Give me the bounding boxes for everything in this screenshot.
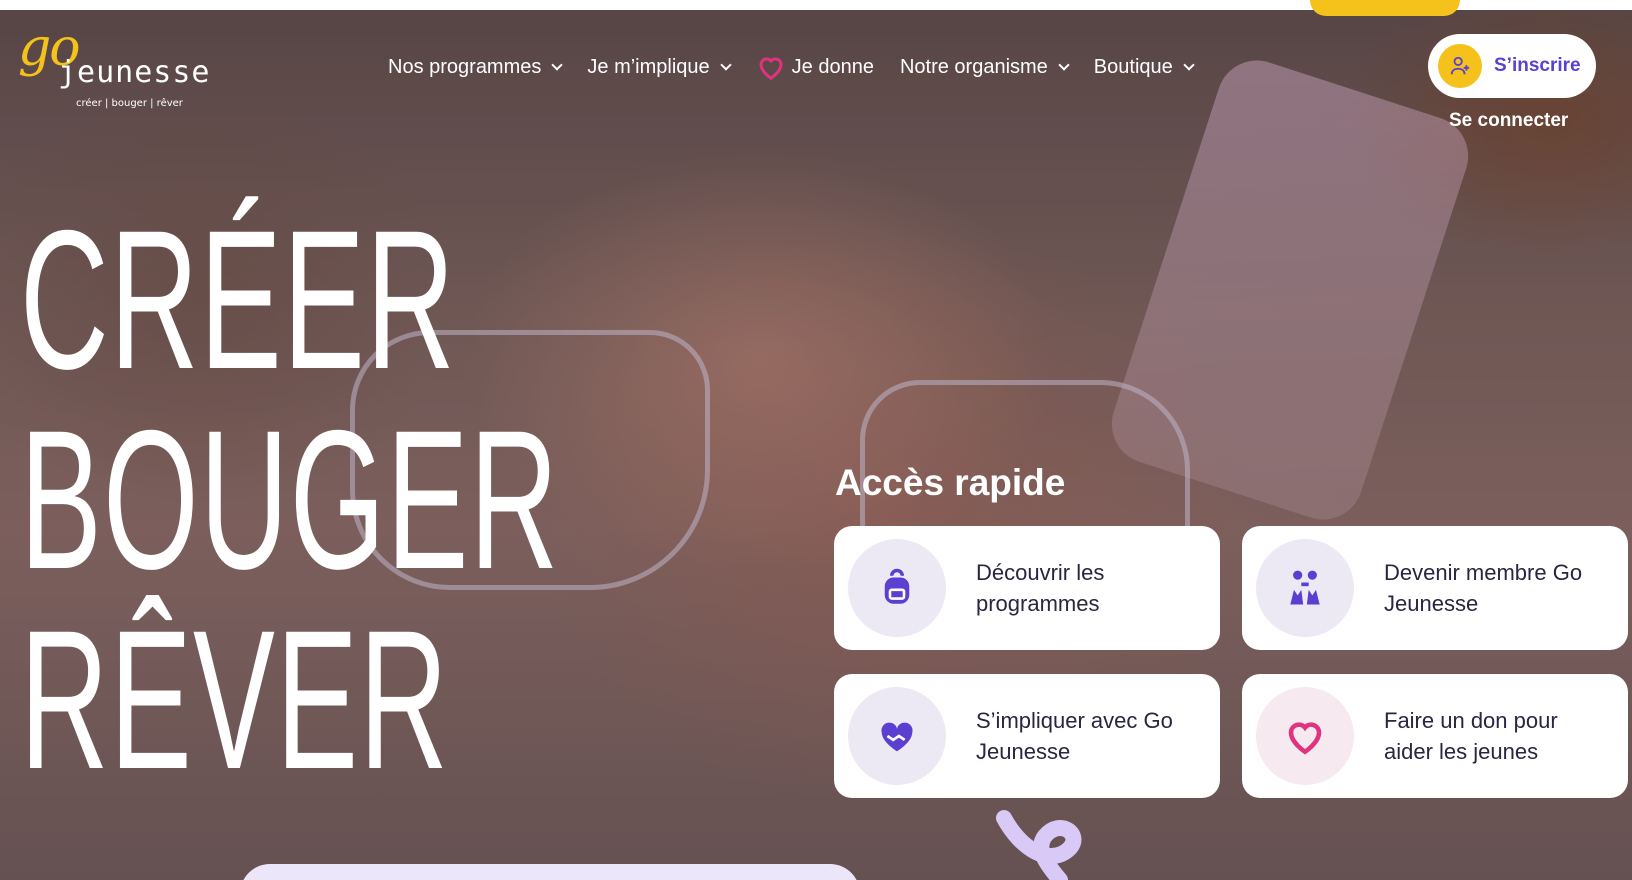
- backpack-icon: [848, 539, 946, 637]
- card-label: S’impliquer avec Go Jeunesse: [976, 708, 1173, 764]
- nav-item-label: Boutique: [1093, 55, 1173, 78]
- chevron-down-icon: [719, 58, 732, 71]
- quick-card-membre[interactable]: Devenir membre Go Jeunesse: [1242, 526, 1628, 650]
- login-link[interactable]: Se connecter: [1449, 110, 1568, 132]
- logo-tagline: créer | bouger | rêver: [76, 98, 183, 109]
- card-label: Faire un don pour aider les jeunes: [1384, 708, 1558, 764]
- headline-line: RÊVER: [20, 589, 450, 810]
- nav-item-label: Je m’implique: [587, 55, 710, 78]
- card-label: Devenir membre Go Jeunesse: [1384, 560, 1583, 616]
- quick-card-don[interactable]: Faire un don pour aider les jeunes: [1242, 674, 1628, 798]
- quick-access-title: Accès rapide: [835, 462, 1066, 503]
- bottom-panel: [240, 864, 860, 880]
- heart-icon: [759, 57, 783, 81]
- chevron-down-icon: [1183, 58, 1195, 71]
- headline-line: CRÉER: [20, 189, 456, 410]
- chevron-down-icon: [1058, 58, 1070, 71]
- nav-item-label: Nos programmes: [388, 55, 542, 78]
- headline-line: BOUGER: [20, 389, 560, 610]
- decorative-shape: [1310, 0, 1460, 16]
- nav-item-label: Notre organisme: [899, 55, 1048, 78]
- hero-headline: CRÉER BOUGER RÊVER: [20, 200, 890, 800]
- nav-item-boutique[interactable]: Boutique: [1093, 55, 1195, 79]
- logo-name: jeunesse: [58, 55, 211, 90]
- quick-card-impliquer[interactable]: S’impliquer avec Go Jeunesse: [834, 674, 1220, 798]
- chevron-down-icon: [551, 58, 564, 71]
- heart-hands-icon: [848, 687, 946, 785]
- nav-item-donne[interactable]: Je donne: [756, 52, 874, 82]
- squiggle-decoration: [996, 810, 1082, 880]
- signup-button[interactable]: S’inscrire: [1428, 34, 1596, 98]
- nav-item-label: Je donne: [791, 55, 874, 78]
- card-label: Découvrir les programmes: [976, 560, 1105, 616]
- quick-card-programmes[interactable]: Découvrir les programmes: [834, 526, 1220, 650]
- add-user-icon: [1438, 44, 1482, 88]
- signup-label: S’inscrire: [1494, 55, 1581, 76]
- site-logo[interactable]: go jeunesse créer | bouger | rêver: [14, 22, 210, 114]
- nav-item-implique[interactable]: Je m’implique: [587, 55, 732, 79]
- heart-outline-icon: [1256, 687, 1354, 785]
- main-nav: Nos programmes Je m’implique Je donne No…: [388, 52, 1219, 82]
- nav-item-organisme[interactable]: Notre organisme: [899, 55, 1070, 79]
- nav-item-programmes[interactable]: Nos programmes: [388, 55, 564, 79]
- people-icon: [1256, 539, 1354, 637]
